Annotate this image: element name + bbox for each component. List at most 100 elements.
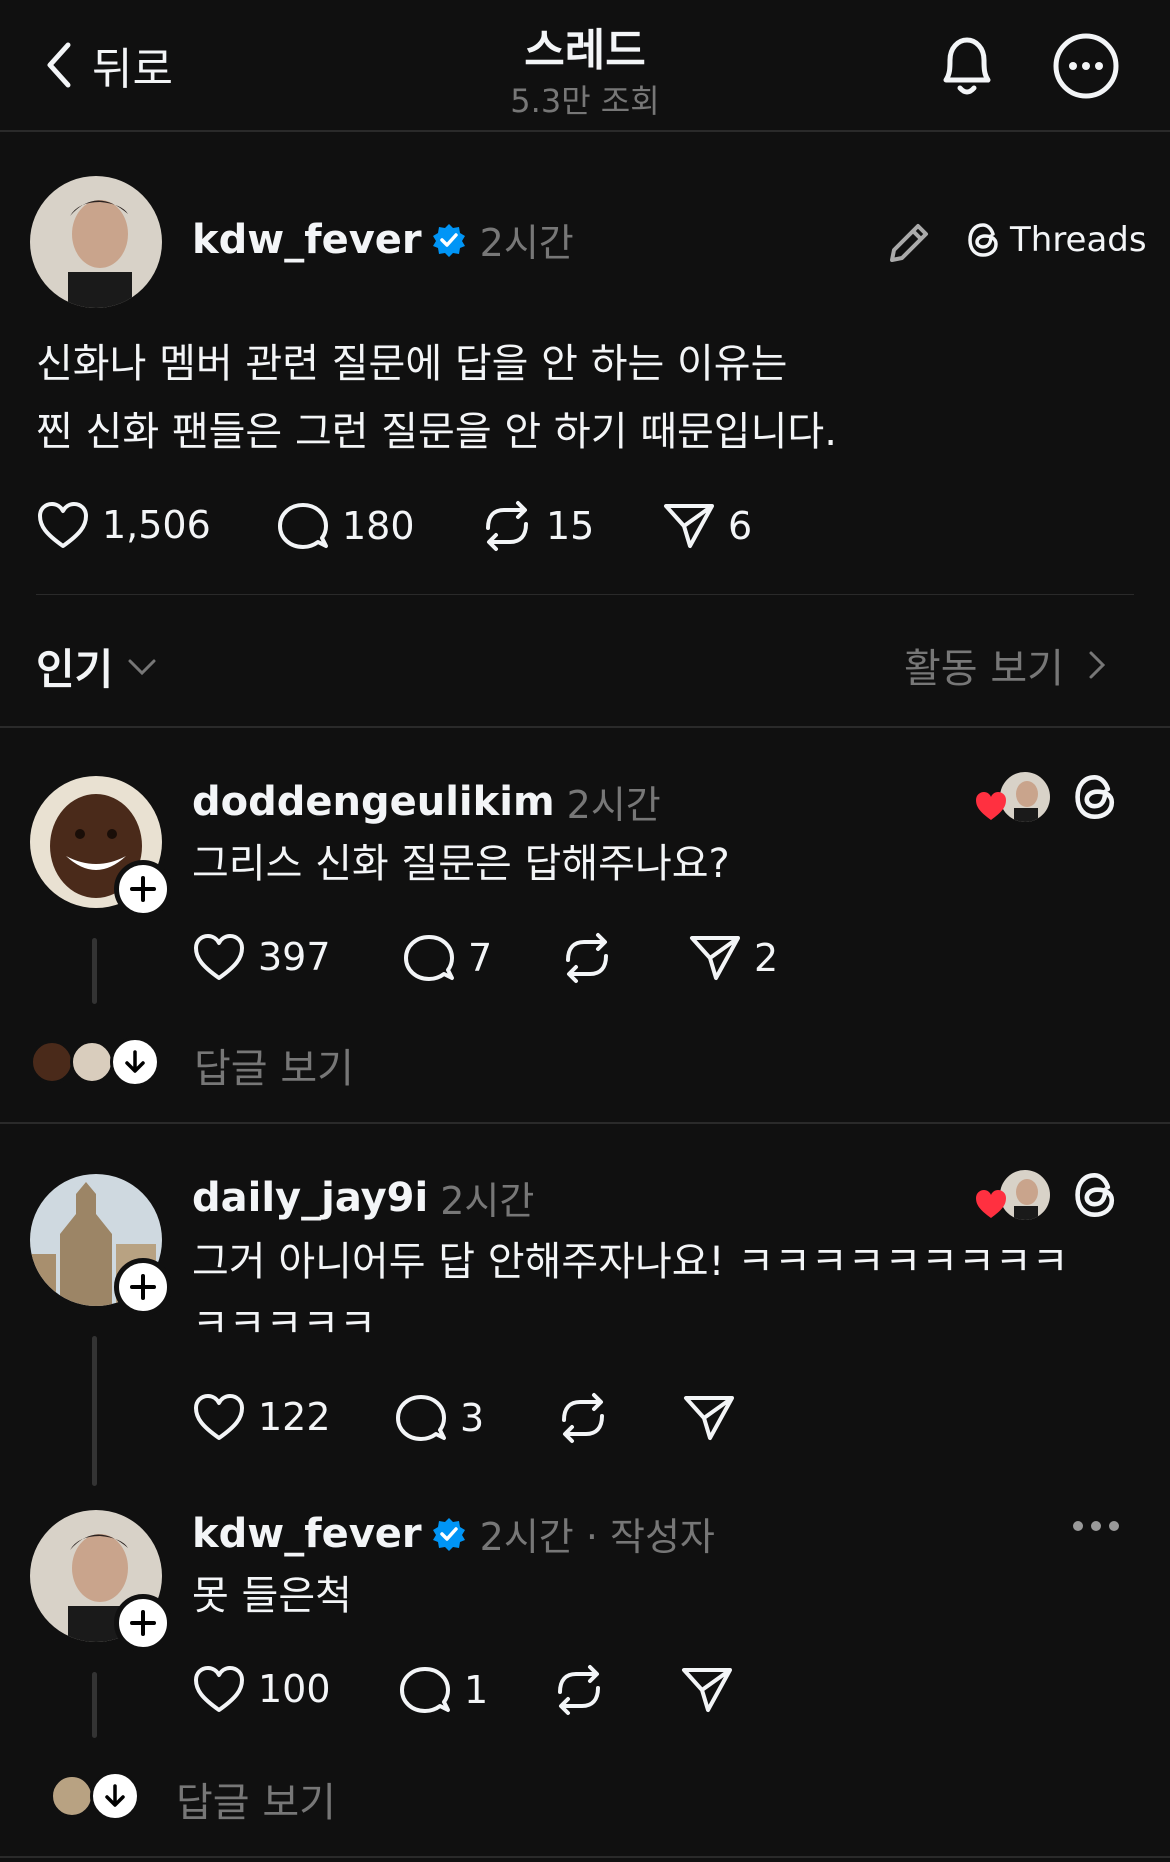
share-button[interactable]: 6 <box>662 500 752 552</box>
comment-icon <box>404 935 454 981</box>
thread-line <box>92 938 97 1004</box>
verified-badge-icon <box>432 223 465 257</box>
threads-link[interactable]: Threads <box>966 220 1147 260</box>
mini-avatar <box>30 1040 74 1084</box>
post-text-line2: 찐 신화 팬들은 그런 질문을 안 하기 때문입니다. <box>36 409 837 455</box>
verified-badge-icon <box>432 1517 465 1551</box>
reply-comment-button[interactable]: 7 <box>402 932 492 984</box>
heart-filled-icon <box>976 1190 1006 1218</box>
send-icon <box>684 1396 734 1440</box>
plus-icon <box>130 876 156 902</box>
mini-avatar <box>50 1774 94 1818</box>
repost-button[interactable]: 15 <box>480 500 594 552</box>
heart-icon <box>38 502 88 548</box>
heart-icon <box>194 1666 244 1712</box>
comment-button[interactable]: 180 <box>276 500 415 552</box>
header-divider <box>0 130 1170 132</box>
author-photo <box>30 176 162 308</box>
plus-icon <box>130 1274 156 1300</box>
reply-avatars-stack[interactable] <box>30 1036 170 1092</box>
threads-label: Threads <box>1010 220 1147 260</box>
reply-share-button[interactable]: 2 <box>688 932 778 984</box>
follow-button[interactable] <box>114 1594 172 1652</box>
repost-count: 15 <box>546 504 595 548</box>
reply-avatars-stack[interactable] <box>50 1770 150 1826</box>
reply-like-button[interactable]: 100 <box>192 1664 331 1714</box>
expand-replies-button[interactable] <box>90 1771 140 1821</box>
chevron-right-icon <box>1089 651 1106 679</box>
author-username[interactable]: kdw_fever <box>192 217 422 263</box>
bottom-divider <box>0 1856 1170 1858</box>
edit-button[interactable] <box>884 218 934 272</box>
like-count: 1,506 <box>102 503 211 547</box>
send-icon <box>664 504 714 548</box>
post-divider <box>36 594 1134 595</box>
reply-share-button[interactable] <box>680 1664 746 1716</box>
reply-username[interactable]: daily_jay9i <box>192 1175 428 1221</box>
sort-divider <box>0 726 1170 728</box>
reply-share-count: 2 <box>754 936 779 980</box>
comment-icon <box>400 1667 450 1713</box>
post-text-line1: 신화나 멤버 관련 질문에 답을 안 하는 이유는 <box>36 341 788 387</box>
reply-time: 2시간 · 작성자 <box>479 1515 715 1559</box>
expand-replies-button[interactable] <box>110 1037 160 1087</box>
reply-username[interactable]: kdw_fever <box>192 1511 422 1557</box>
thread-line <box>92 1336 97 1486</box>
arrow-down-icon <box>105 1784 125 1807</box>
follow-button[interactable] <box>114 1258 172 1316</box>
more-circle-icon <box>1053 33 1119 99</box>
view-replies-link[interactable]: 답글 보기 <box>176 1770 336 1828</box>
reply-like-button[interactable]: 397 <box>192 932 331 982</box>
heart-icon <box>194 934 244 980</box>
author-avatar[interactable] <box>30 176 162 308</box>
reply-like-button[interactable]: 122 <box>192 1392 331 1442</box>
plus-icon <box>130 1610 156 1636</box>
reply-time: 2시간 <box>440 1179 535 1223</box>
reply-repost-button[interactable] <box>556 1392 622 1444</box>
reply-like-count: 122 <box>258 1395 331 1439</box>
reply-text: 그리스 신화 질문은 답해주나요? <box>192 841 730 887</box>
reply-comment-button[interactable]: 1 <box>398 1664 488 1716</box>
notification-button[interactable] <box>934 30 1000 104</box>
pencil-icon <box>890 224 928 262</box>
activity-label: 활동 보기 <box>904 646 1064 692</box>
bell-icon <box>943 37 991 95</box>
heart-filled-icon <box>976 792 1006 820</box>
reply-share-button[interactable] <box>682 1392 748 1444</box>
arrow-down-icon <box>125 1050 145 1073</box>
repost-icon <box>562 1393 604 1443</box>
share-count: 6 <box>728 504 753 548</box>
reply-text-line1: 그거 아니어두 답 안해주자나요! ㅋㅋㅋㅋㅋㅋㅋㅋㅋ <box>192 1239 1069 1285</box>
repost-icon <box>486 501 528 551</box>
threads-logo-icon <box>1075 1172 1115 1218</box>
chevron-down-icon <box>128 659 156 675</box>
more-options-button[interactable] <box>1052 32 1120 104</box>
repost-icon <box>558 1665 600 1715</box>
follow-button[interactable] <box>114 860 172 918</box>
send-icon <box>690 936 740 980</box>
like-button[interactable]: 1,506 <box>36 500 211 550</box>
reply-divider <box>0 1122 1170 1124</box>
view-replies-link[interactable]: 답글 보기 <box>194 1036 354 1094</box>
threads-app-button[interactable] <box>1072 1170 1120 1224</box>
comment-icon <box>396 1395 446 1441</box>
sort-dropdown[interactable]: 인기 <box>36 636 157 697</box>
threads-logo-icon <box>968 223 998 257</box>
reply-more-button[interactable] <box>1072 1518 1120 1538</box>
view-activity-link[interactable]: 활동 보기 <box>904 636 1106 694</box>
reply-repost-button[interactable] <box>552 1664 618 1716</box>
heart-icon <box>194 1394 244 1440</box>
comment-count: 180 <box>342 504 415 548</box>
mini-avatar <box>70 1040 114 1084</box>
reply-repost-button[interactable] <box>560 932 626 984</box>
comment-icon <box>278 503 328 549</box>
threads-logo-icon <box>1075 774 1115 820</box>
reply-like-count: 397 <box>258 935 331 979</box>
threads-app-button[interactable] <box>1072 772 1120 826</box>
more-horizontal-icon <box>1073 1521 1119 1531</box>
repost-icon <box>566 933 608 983</box>
reply-username[interactable]: doddengeulikim <box>192 779 555 825</box>
reply-comment-count: 7 <box>468 936 493 980</box>
reply-comment-button[interactable]: 3 <box>394 1392 484 1444</box>
thread-line <box>92 1672 97 1738</box>
